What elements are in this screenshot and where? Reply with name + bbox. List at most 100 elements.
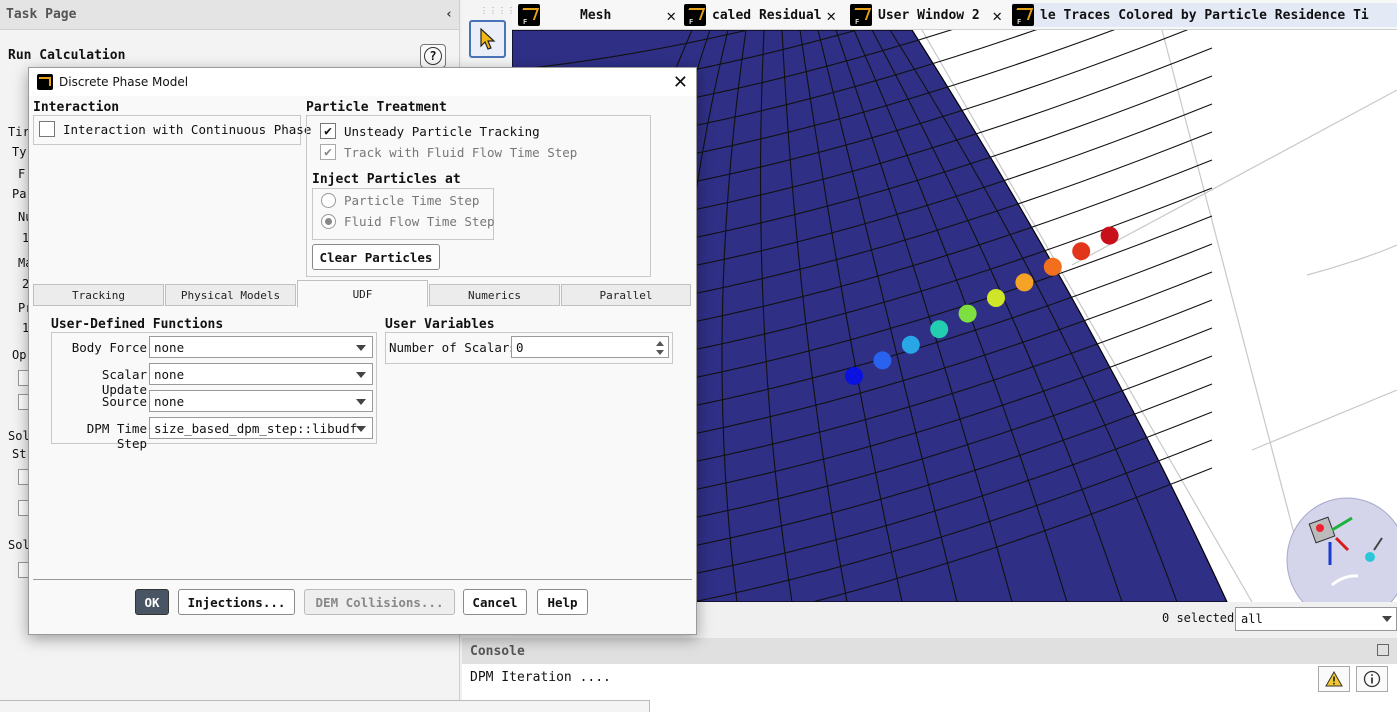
interaction-group-title: Interaction	[33, 100, 120, 115]
injections-button[interactable]: Injections...	[178, 589, 295, 615]
console-options-icon[interactable]	[1377, 644, 1389, 656]
tab-scaled-residual[interactable]: caled Residual ✕	[684, 3, 836, 27]
close-tab-icon[interactable]: ✕	[666, 6, 676, 25]
ok-button[interactable]: OK	[135, 589, 169, 615]
close-tab-icon[interactable]: ✕	[992, 6, 1002, 25]
checkbox-label: Interaction with Continuous Phase	[63, 121, 312, 137]
particle-dot	[1100, 226, 1119, 245]
radio-fluid-flow-time-step[interactable]: Fluid Flow Time Step	[321, 214, 495, 229]
tab-parallel[interactable]: Parallel	[561, 284, 691, 306]
body-force-value: none	[154, 339, 185, 355]
tab-label: caled Residual	[712, 7, 822, 23]
user-variables-title: User Variables	[385, 317, 495, 332]
track-fluid-flow-time-step-checkbox[interactable]: ✔ Track with Fluid Flow Time Step	[320, 144, 577, 160]
udf-group-title: User-Defined Functions	[51, 317, 224, 332]
dpm-time-step-value: size_based_dpm_step::libudf	[154, 420, 358, 436]
inject-particles-title: Inject Particles at	[312, 172, 461, 187]
particle-dot	[958, 304, 977, 323]
pointer-arrow-icon	[479, 28, 496, 50]
fluent-app-icon	[37, 74, 53, 90]
tab-label: User Window 2	[878, 7, 980, 23]
cancel-button[interactable]: Cancel	[463, 589, 527, 615]
tab-tracking[interactable]: Tracking	[33, 284, 164, 306]
chevron-down-icon	[356, 372, 366, 378]
graphics-tabs-bar: Mesh ✕ caled Residual ✕ User Window 2 ✕ …	[512, 0, 1397, 30]
warning-icon[interactable]	[1318, 666, 1350, 692]
selection-count: 0 selected	[1162, 611, 1235, 625]
pointer-tool-button[interactable]	[469, 20, 506, 58]
help-button[interactable]: Help	[537, 589, 588, 615]
particle-dot	[845, 367, 863, 385]
particle-dot	[987, 289, 1005, 307]
radio-icon	[321, 193, 336, 208]
checkbox-label: Track with Fluid Flow Time Step	[344, 144, 578, 160]
body-force-label: Body Force	[71, 340, 147, 355]
close-icon[interactable]: ✕	[673, 72, 688, 93]
source-label: Source	[101, 394, 147, 409]
radio-label: Particle Time Step	[344, 193, 480, 208]
close-tab-icon[interactable]: ✕	[826, 6, 836, 25]
dpm-time-step-dropdown[interactable]: size_based_dpm_step::libudf	[149, 417, 373, 439]
run-calculation-title: Run Calculation	[8, 48, 126, 63]
help-icon: ?	[424, 47, 442, 65]
tab-numerics[interactable]: Numerics	[429, 284, 560, 306]
spin-up-icon[interactable]	[656, 341, 664, 346]
warning-triangle-icon	[1325, 671, 1343, 687]
unsteady-particle-tracking-checkbox[interactable]: ✔ Unsteady Particle Tracking	[320, 123, 540, 139]
check-icon: ✔	[320, 123, 336, 139]
checkbox-label: Unsteady Particle Tracking	[344, 123, 540, 139]
task-page-fragment: Op	[12, 348, 27, 362]
info-circle-icon	[1363, 670, 1381, 688]
scalar-update-dropdown[interactable]: none	[149, 363, 373, 385]
collapse-panel-icon[interactable]: ‹	[445, 7, 453, 22]
body-force-dropdown[interactable]: none	[149, 336, 373, 358]
info-icon[interactable]	[1356, 666, 1388, 692]
orientation-triad-icon	[1286, 497, 1397, 602]
task-page-fragment: St	[12, 447, 27, 461]
selection-filter-dropdown[interactable]: all	[1235, 607, 1397, 631]
selection-filter-value: all	[1241, 612, 1263, 626]
tab-user-window-2[interactable]: User Window 2 ✕	[850, 3, 1002, 27]
particle-dot	[930, 320, 949, 339]
tab-udf[interactable]: UDF	[297, 280, 428, 307]
particle-treatment-title: Particle Treatment	[306, 100, 447, 115]
checkbox-box	[39, 121, 55, 137]
tab-particle-traces[interactable]: le Traces Colored by Particle Residence …	[1012, 3, 1397, 27]
tab-physical-models[interactable]: Physical Models	[165, 284, 296, 306]
task-page-fragment: Sol	[8, 538, 30, 552]
source-dropdown[interactable]: none	[149, 390, 373, 412]
task-page-fragment: Pa	[12, 187, 27, 201]
fluent-window-icon	[850, 4, 872, 26]
number-of-scalars-input[interactable]: 0	[511, 336, 669, 358]
number-of-scalars-label: Number of Scalars	[389, 340, 517, 355]
console-output[interactable]: DPM Iteration ....	[470, 670, 611, 685]
fluent-window-icon	[1012, 4, 1034, 26]
dpm-time-step-label: DPM Time Step	[86, 421, 147, 451]
spin-down-icon[interactable]	[656, 350, 664, 355]
tab-mesh[interactable]: Mesh ✕	[518, 3, 676, 27]
radio-selected-icon	[321, 214, 336, 229]
task-page-fragment: Ty	[12, 145, 27, 159]
chevron-down-icon	[1382, 616, 1392, 622]
fluent-window-icon	[684, 4, 706, 26]
particle-dot	[1072, 242, 1091, 261]
chevron-down-icon	[356, 399, 366, 405]
chevron-down-icon	[356, 426, 366, 432]
clear-particles-button[interactable]: Clear Particles	[312, 244, 440, 270]
radio-particle-time-step[interactable]: Particle Time Step	[321, 193, 479, 208]
bottom-panel-edge	[0, 700, 650, 712]
toolbar-grip-icon[interactable]: ⋮⋮⋮⋮	[480, 6, 516, 15]
particle-dot	[901, 335, 920, 354]
task-page-fragment: Tir	[8, 125, 30, 139]
scalar-update-value: none	[154, 366, 185, 382]
source-value: none	[154, 393, 185, 409]
fluent-window-icon	[518, 4, 540, 26]
task-page-fragment: Sol	[8, 429, 30, 443]
task-page-title: Task Page	[6, 7, 77, 22]
help-button[interactable]: ?	[420, 44, 446, 68]
dem-collisions-button[interactable]: DEM Collisions...	[304, 589, 455, 615]
interaction-continuous-phase-checkbox[interactable]: Interaction with Continuous Phase	[39, 121, 311, 137]
console-header: Console	[462, 638, 1397, 664]
check-icon: ✔	[320, 144, 336, 160]
chevron-down-icon	[356, 345, 366, 351]
